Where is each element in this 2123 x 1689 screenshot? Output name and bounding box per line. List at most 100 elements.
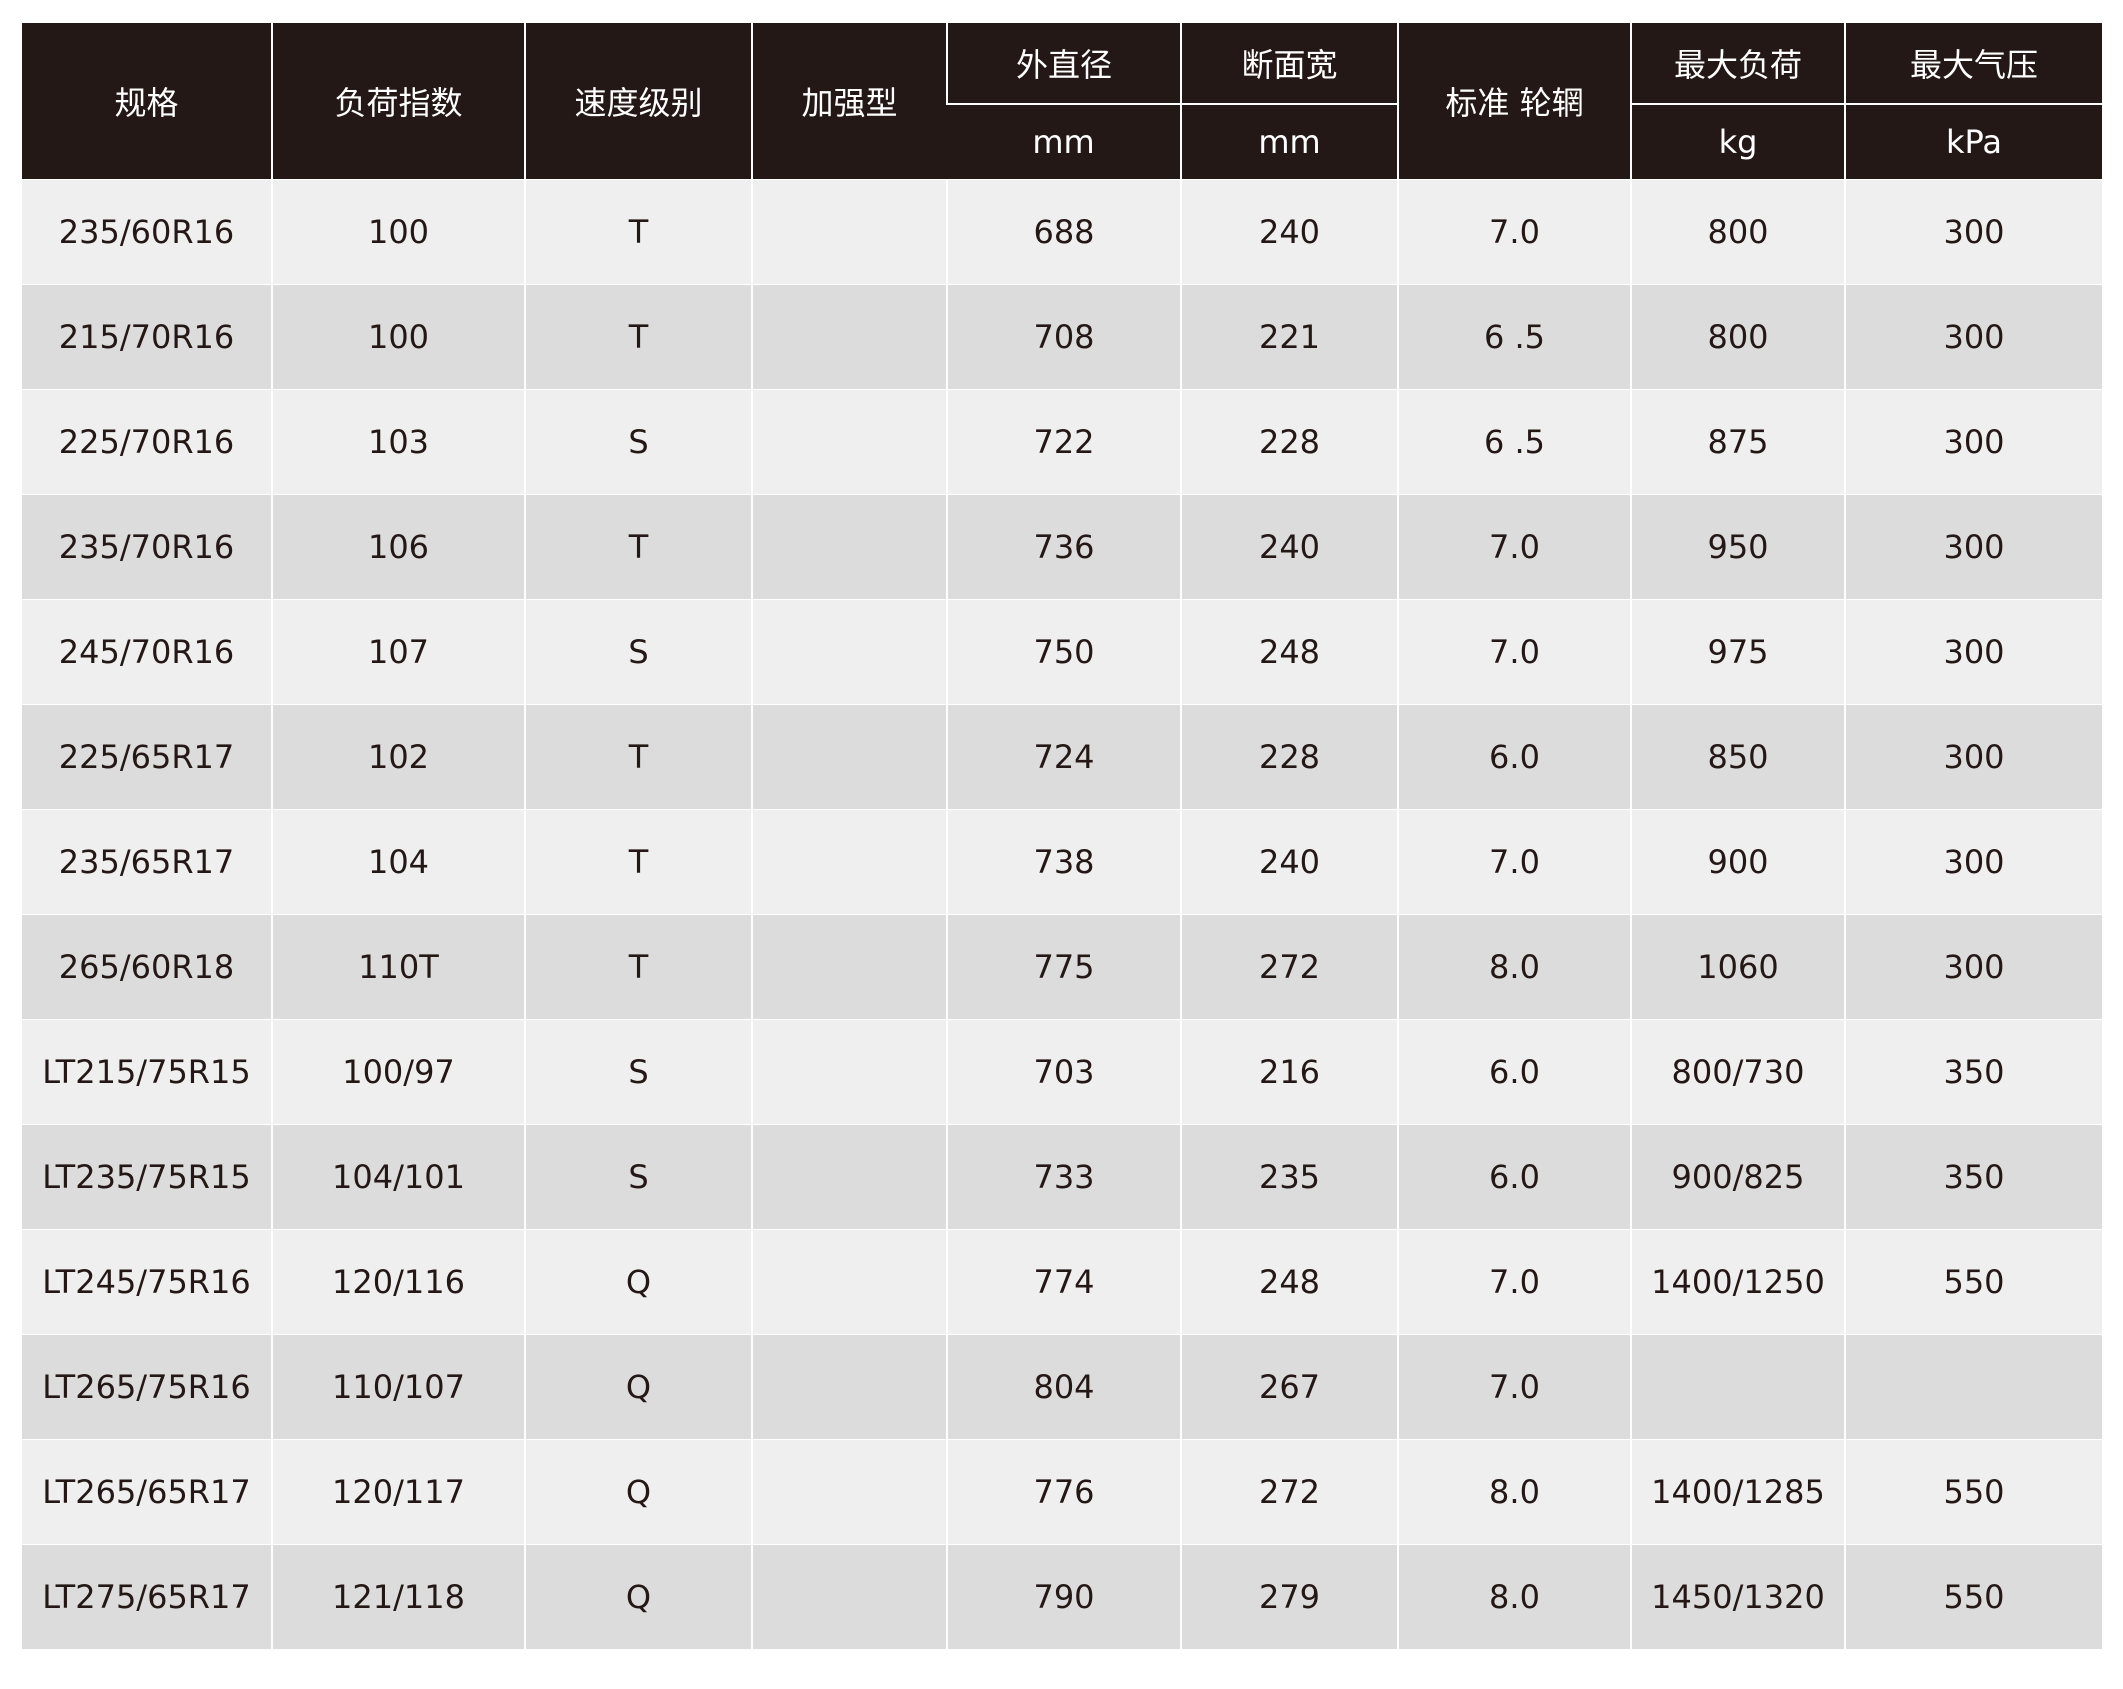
cell-max-pressure: 300 xyxy=(1844,599,2102,705)
table-row: LT275/65R17 121/118 Q 790 279 8.0 1450/1320 550 xyxy=(22,1544,2102,1649)
cell-speed-rating: T xyxy=(524,179,752,285)
cell-max-load xyxy=(1630,1334,1845,1440)
cell-reinforced xyxy=(751,599,947,705)
cell-reinforced xyxy=(751,1229,947,1335)
cell-max-pressure: 300 xyxy=(1844,914,2102,1020)
cell-max-load: 800/730 xyxy=(1630,1019,1845,1125)
unit-section-width: mm xyxy=(1180,103,1398,180)
cell-max-load: 1400/1250 xyxy=(1630,1229,1845,1335)
cell-spec: 235/60R16 xyxy=(22,179,272,285)
cell-section-width: 272 xyxy=(1180,914,1398,1020)
cell-standard-rim: 6.0 xyxy=(1397,1019,1631,1125)
cell-speed-rating: T xyxy=(524,284,752,390)
cell-section-width: 235 xyxy=(1180,1124,1398,1230)
cell-outer-diameter: 738 xyxy=(946,809,1181,915)
table-row: LT265/65R17 120/117 Q 776 272 8.0 1400/1285 550 xyxy=(22,1439,2102,1545)
table-body: 235/60R16 100 T 688 240 7.0 800 300 215/70R16 100… xyxy=(22,179,2102,1649)
tire-spec-table: 规格 负荷指数 速度级别 加强型 外直径 断面宽 标准 轮辋 最大负荷 最大气压… xyxy=(22,23,2102,1649)
cell-spec: 265/60R18 xyxy=(22,914,272,1020)
cell-section-width: 240 xyxy=(1180,809,1398,915)
cell-section-width: 240 xyxy=(1180,179,1398,285)
cell-reinforced xyxy=(751,1019,947,1125)
cell-load-index: 104 xyxy=(271,809,525,915)
table-row: 225/65R17 102 T 724 228 6.0 850 300 xyxy=(22,704,2102,810)
cell-load-index: 104/101 xyxy=(271,1124,525,1230)
cell-speed-rating: S xyxy=(524,1019,752,1125)
cell-max-load: 900 xyxy=(1630,809,1845,915)
cell-reinforced xyxy=(751,494,947,600)
cell-max-pressure: 300 xyxy=(1844,284,2102,390)
cell-reinforced xyxy=(751,1439,947,1545)
cell-standard-rim: 8.0 xyxy=(1397,914,1631,1020)
cell-max-load: 1450/1320 xyxy=(1630,1544,1845,1649)
table-header: 规格 负荷指数 速度级别 加强型 外直径 断面宽 标准 轮辋 最大负荷 最大气压… xyxy=(22,23,2102,180)
cell-max-load: 1400/1285 xyxy=(1630,1439,1845,1545)
header-load-index: 负荷指数 xyxy=(271,23,525,180)
cell-reinforced xyxy=(751,809,947,915)
cell-max-pressure: 350 xyxy=(1844,1124,2102,1230)
cell-section-width: 267 xyxy=(1180,1334,1398,1440)
cell-section-width: 248 xyxy=(1180,599,1398,705)
cell-load-index: 110T xyxy=(271,914,525,1020)
cell-outer-diameter: 774 xyxy=(946,1229,1181,1335)
cell-reinforced xyxy=(751,284,947,390)
cell-spec: 225/65R17 xyxy=(22,704,272,810)
unit-max-load: kg xyxy=(1630,103,1845,180)
cell-standard-rim: 6.0 xyxy=(1397,704,1631,810)
cell-load-index: 102 xyxy=(271,704,525,810)
cell-reinforced xyxy=(751,704,947,810)
header-max-load: 最大负荷 xyxy=(1630,23,1845,104)
table-row: LT245/75R16 120/116 Q 774 248 7.0 1400/1250 550 xyxy=(22,1229,2102,1335)
table-row: LT265/75R16 110/107 Q 804 267 7.0 xyxy=(22,1334,2102,1440)
cell-section-width: 240 xyxy=(1180,494,1398,600)
header-spec: 规格 xyxy=(22,23,272,180)
cell-max-pressure: 300 xyxy=(1844,704,2102,810)
cell-speed-rating: Q xyxy=(524,1229,752,1335)
cell-speed-rating: S xyxy=(524,1124,752,1230)
cell-max-pressure: 300 xyxy=(1844,494,2102,600)
cell-standard-rim: 7.0 xyxy=(1397,809,1631,915)
cell-outer-diameter: 775 xyxy=(946,914,1181,1020)
cell-max-pressure: 350 xyxy=(1844,1019,2102,1125)
cell-spec: 235/65R17 xyxy=(22,809,272,915)
cell-standard-rim: 6 .5 xyxy=(1397,389,1631,495)
table-row: 225/70R16 103 S 722 228 6 .5 875 300 xyxy=(22,389,2102,495)
cell-speed-rating: Q xyxy=(524,1544,752,1649)
cell-spec: LT235/75R15 xyxy=(22,1124,272,1230)
cell-spec: LT245/75R16 xyxy=(22,1229,272,1335)
cell-spec: 225/70R16 xyxy=(22,389,272,495)
cell-outer-diameter: 733 xyxy=(946,1124,1181,1230)
cell-section-width: 272 xyxy=(1180,1439,1398,1545)
header-max-pressure: 最大气压 xyxy=(1844,23,2102,104)
cell-max-load: 875 xyxy=(1630,389,1845,495)
cell-max-pressure xyxy=(1844,1334,2102,1440)
cell-section-width: 221 xyxy=(1180,284,1398,390)
cell-spec: LT265/65R17 xyxy=(22,1439,272,1545)
cell-section-width: 228 xyxy=(1180,389,1398,495)
cell-max-pressure: 550 xyxy=(1844,1439,2102,1545)
cell-max-load: 1060 xyxy=(1630,914,1845,1020)
unit-outer-diameter: mm xyxy=(947,103,1181,180)
cell-load-index: 100/97 xyxy=(271,1019,525,1125)
cell-load-index: 107 xyxy=(271,599,525,705)
cell-max-pressure: 300 xyxy=(1844,809,2102,915)
cell-outer-diameter: 703 xyxy=(946,1019,1181,1125)
header-standard-rim: 标准 轮辋 xyxy=(1397,23,1631,180)
table-row: 215/70R16 100 T 708 221 6 .5 800 300 xyxy=(22,284,2102,390)
cell-section-width: 228 xyxy=(1180,704,1398,810)
cell-max-load: 975 xyxy=(1630,599,1845,705)
cell-section-width: 279 xyxy=(1180,1544,1398,1649)
cell-max-load: 850 xyxy=(1630,704,1845,810)
cell-spec: 215/70R16 xyxy=(22,284,272,390)
cell-load-index: 121/118 xyxy=(271,1544,525,1649)
cell-standard-rim: 7.0 xyxy=(1397,494,1631,600)
cell-outer-diameter: 776 xyxy=(946,1439,1181,1545)
header-section-width: 断面宽 xyxy=(1180,23,1398,104)
cell-spec: LT275/65R17 xyxy=(22,1544,272,1649)
cell-outer-diameter: 724 xyxy=(946,704,1181,810)
cell-speed-rating: T xyxy=(524,809,752,915)
header-outer-diameter: 外直径 xyxy=(946,23,1181,104)
cell-reinforced xyxy=(751,1124,947,1230)
cell-load-index: 110/107 xyxy=(271,1334,525,1440)
cell-reinforced xyxy=(751,1544,947,1649)
